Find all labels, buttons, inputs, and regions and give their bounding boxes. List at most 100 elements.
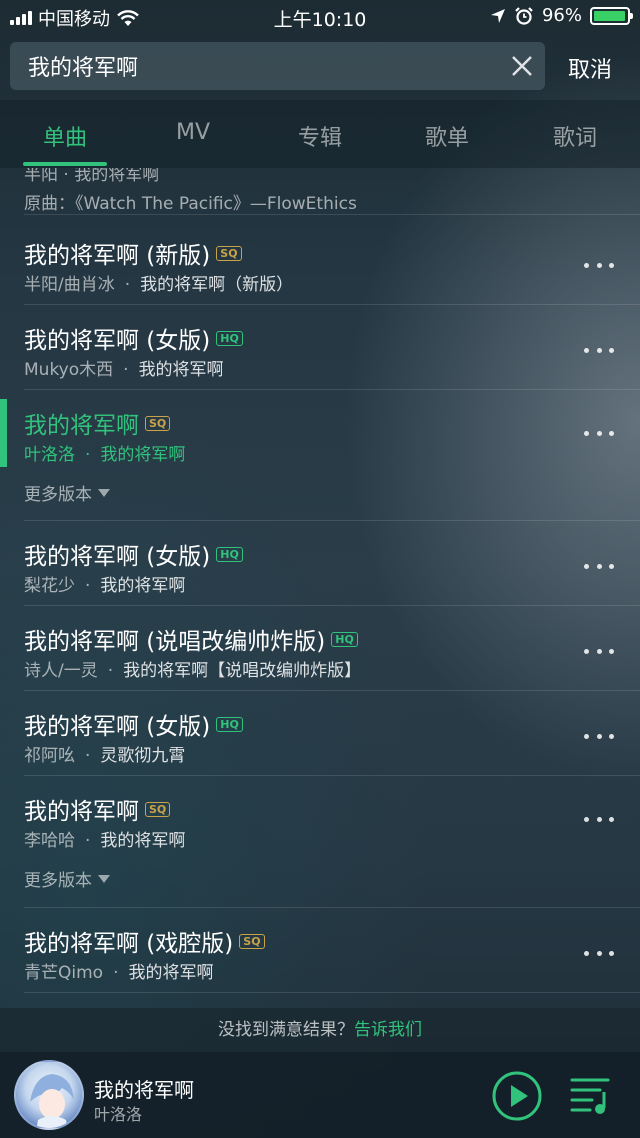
cover-art-icon (30, 1074, 74, 1128)
song-title-text: 我的将军啊 (24, 799, 139, 825)
song-album: 灵歌彻九霄 (100, 746, 186, 766)
more-versions-toggle[interactable]: 更多版本 (24, 480, 110, 505)
list-item[interactable]: 我的将军啊 (女版) HQ 祁阿吆 · 灵歌彻九霄 (0, 691, 640, 776)
song-subtitle: 半阳 · 我的将军啊 (24, 168, 160, 185)
song-artist: 叶洛洛 (24, 445, 75, 465)
song-title: 我的将军啊 SQ (24, 792, 171, 826)
tab-albums[interactable]: 专辑 (275, 120, 365, 152)
more-versions-toggle[interactable]: 更多版本 (24, 866, 110, 891)
song-album: 我的将军啊 (100, 445, 186, 465)
clear-search-button[interactable] (507, 51, 537, 81)
more-options-icon[interactable] (584, 646, 614, 656)
list-item[interactable]: 我的将军啊 SQ 李哈哈 · 我的将军啊 更多版本 (0, 776, 640, 908)
song-title: 我的将军啊 (戏腔版) SQ (24, 924, 265, 958)
feedback-link[interactable]: 告诉我们 (354, 1020, 422, 1040)
battery-percent: 96% (541, 5, 582, 26)
song-subtitle: Mukyo木西 · 我的将军啊 (24, 360, 224, 380)
song-list[interactable]: 半阳 · 我的将军啊 原曲：《Watch The Pacific》—FlowEt… (0, 168, 640, 1008)
song-subtitle: 诗人/一灵 · 我的将军啊【说唱改编帅炸版】 (24, 661, 362, 681)
more-versions-label: 更多版本 (24, 485, 92, 505)
song-album: 我的将军啊 (128, 963, 214, 983)
song-title: 我的将军啊 (说唱改编帅炸版) HQ (24, 622, 358, 656)
more-versions-label: 更多版本 (24, 871, 92, 891)
song-subtitle: 叶洛洛 · 我的将军啊 (24, 445, 186, 465)
song-title: 我的将军啊 (新版) SQ (24, 236, 242, 270)
song-album: 我的将军啊 (100, 831, 186, 851)
song-album: 我的将军啊 (138, 360, 224, 380)
song-album: 我的将军啊 (100, 576, 186, 596)
tab-mv[interactable]: MV (148, 120, 238, 145)
song-artist: 诗人/一灵 (24, 661, 98, 681)
hq-badge: HQ (216, 716, 243, 732)
battery-fill (594, 10, 625, 21)
active-tab-indicator (23, 162, 107, 166)
song-subtitle: 李哈哈 · 我的将军啊 (24, 831, 186, 851)
hq-badge: HQ (331, 631, 358, 647)
feedback-hint: 没找到满意结果？告诉我们 (0, 1008, 640, 1052)
chevron-down-icon (98, 874, 110, 883)
search-bar (10, 42, 545, 90)
tab-bar: 单曲 MV 专辑 歌单 歌词 (0, 100, 640, 168)
song-subtitle: 祁阿吆 · 灵歌彻九霄 (24, 746, 186, 766)
hint-text: 没找到满意结果？ (218, 1020, 354, 1040)
song-title: 我的将军啊 SQ (24, 406, 171, 440)
song-title: 我的将军啊 (女版) HQ (24, 321, 243, 355)
original-song-note: 原曲：《Watch The Pacific》—FlowEthics (24, 194, 357, 214)
location-arrow-icon (490, 8, 505, 23)
song-artist: 青芒Qimo (24, 963, 104, 983)
list-item[interactable]: 我的将军啊 (女版) HQ 梨花少 · 我的将军啊 (0, 521, 640, 606)
song-title-text: 我的将军啊 (说唱改编帅炸版) (24, 629, 326, 655)
more-options-icon[interactable] (584, 731, 614, 741)
list-item[interactable]: 我的将军啊 (戏腔版) SQ 青芒Qimo · 我的将军啊 (0, 908, 640, 993)
hq-badge: HQ (216, 330, 243, 346)
divider (24, 992, 640, 993)
search-input[interactable] (28, 51, 488, 81)
hq-badge: HQ (216, 546, 243, 562)
album-cover[interactable] (14, 1060, 84, 1130)
list-item[interactable]: 我的将军啊 (说唱改编帅炸版) HQ 诗人/一灵 · 我的将军啊【说唱改编帅炸版】 (0, 606, 640, 691)
player-song-title: 我的将军啊 (94, 1078, 194, 1102)
more-options-icon[interactable] (584, 345, 614, 355)
song-subtitle: 半阳/曲肖冰 · 我的将军啊（新版） (24, 275, 294, 295)
song-title-text: 我的将军啊 (戏腔版) (24, 931, 234, 957)
sq-badge: SQ (145, 415, 171, 431)
list-item[interactable]: 半阳 · 我的将军啊 原曲：《Watch The Pacific》—FlowEt… (0, 168, 640, 215)
list-item[interactable]: 我的将军啊 (女版) HQ Mukyo木西 · 我的将军啊 (0, 305, 640, 390)
song-title-text: 我的将军啊 (24, 413, 139, 439)
song-title-text: 我的将军啊 (新版) (24, 243, 211, 269)
tab-playlists[interactable]: 歌单 (402, 120, 492, 152)
play-button[interactable] (491, 1070, 543, 1122)
more-options-icon[interactable] (584, 561, 614, 571)
song-artist: Mukyo木西 (24, 360, 114, 380)
now-playing-indicator (0, 399, 7, 467)
playlist-queue-button[interactable] (570, 1076, 612, 1116)
more-options-icon[interactable] (584, 260, 614, 270)
song-title: 我的将军啊 (女版) HQ (24, 707, 243, 741)
song-title-text: 我的将军啊 (女版) (24, 544, 211, 570)
sq-badge: SQ (239, 933, 265, 949)
list-item-playing[interactable]: 我的将军啊 SQ 叶洛洛 · 我的将军啊 更多版本 (0, 390, 640, 521)
status-right: 96% (490, 5, 633, 26)
player-artist: 叶洛洛 (94, 1105, 143, 1124)
mini-player[interactable]: 我的将军啊 叶洛洛 (0, 1052, 640, 1138)
list-item[interactable]: 我的将军啊 (新版) SQ 半阳/曲肖冰 · 我的将军啊（新版） (0, 220, 640, 305)
chevron-down-icon (98, 488, 110, 497)
song-title-text: 我的将军啊 (女版) (24, 328, 211, 354)
status-bar: 中国移动 上午10:10 96% (0, 0, 640, 34)
song-artist: 祁阿吆 (24, 746, 75, 766)
sq-badge: SQ (145, 801, 171, 817)
tab-lyrics[interactable]: 歌词 (530, 120, 620, 152)
song-album: 我的将军啊【说唱改编帅炸版】 (123, 661, 362, 681)
song-artist: 梨花少 (24, 576, 75, 596)
song-artist: 李哈哈 (24, 831, 75, 851)
more-options-icon[interactable] (584, 428, 614, 438)
song-title-text: 我的将军啊 (女版) (24, 714, 211, 740)
more-options-icon[interactable] (584, 948, 614, 958)
cancel-button[interactable]: 取消 (568, 52, 612, 84)
divider (24, 214, 640, 215)
more-options-icon[interactable] (584, 814, 614, 824)
song-album: 我的将军啊（新版） (140, 275, 294, 295)
tab-songs[interactable]: 单曲 (20, 120, 110, 152)
sq-badge: SQ (216, 245, 242, 261)
song-subtitle: 梨花少 · 我的将军啊 (24, 576, 186, 596)
